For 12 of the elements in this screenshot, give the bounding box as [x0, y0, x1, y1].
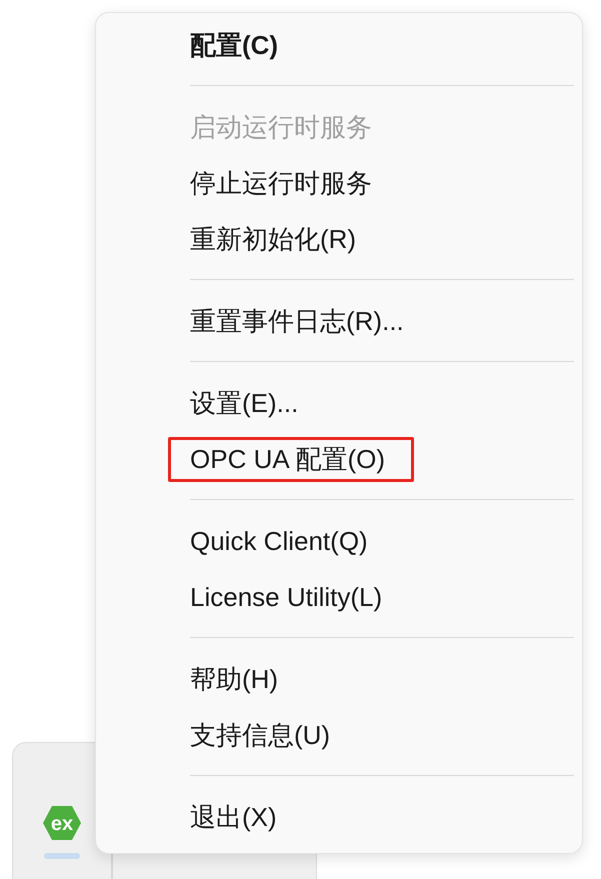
menu-item[interactable]: 重新初始化(R) [190, 222, 356, 256]
menu-item[interactable]: OPC UA 配置(O) [168, 436, 414, 482]
menu-item[interactable]: 设置(E)... [190, 386, 298, 420]
menu-item[interactable]: 退出(X) [190, 800, 277, 834]
active-indicator [44, 853, 80, 859]
menu-item[interactable]: 重置事件日志(R)... [190, 304, 404, 338]
menu-item[interactable]: License Utility(L) [190, 582, 382, 612]
menu-item[interactable]: Quick Client(Q) [190, 526, 368, 556]
menu-item[interactable]: 支持信息(U) [190, 718, 330, 752]
menu-item[interactable]: 帮助(H) [190, 662, 278, 696]
menu-item[interactable]: 停止运行时服务 [190, 166, 372, 200]
menu-item[interactable]: 配置(C) [190, 28, 278, 62]
